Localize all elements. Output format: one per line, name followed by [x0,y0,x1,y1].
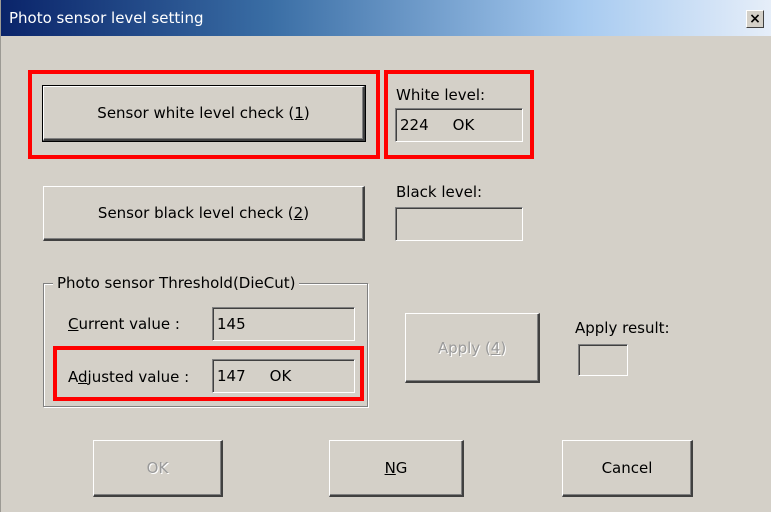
adjusted-label-rest: justed value : [87,368,190,386]
ok-button[interactable]: OK [93,440,223,497]
white-check-label-pre: Sensor white level check ( [97,104,295,122]
dialog-window: Photo sensor level setting × Sensor whit… [0,0,771,512]
white-check-label-post: ) [303,104,310,122]
adjusted-value: 147 [217,367,246,385]
adjusted-status: OK [269,367,292,385]
threshold-group-title: Photo sensor Threshold(DieCut) [53,274,300,292]
ng-mnemonic: N [384,459,396,477]
apply-result-label: Apply result: [575,319,670,337]
white-level-status: OK [452,116,475,134]
sensor-white-level-check-button[interactable]: Sensor white level check (1) [42,85,366,142]
adjusted-value-field: 147 OK [212,359,355,393]
white-level-value: 224 [400,116,429,134]
window-title: Photo sensor level setting [9,9,204,27]
black-level-field [395,207,523,241]
white-level-field: 224 OK [395,108,523,142]
sensor-black-level-check-button[interactable]: Sensor black level check (2) [43,186,365,241]
current-value-field: 145 [212,307,355,341]
current-label-rest: urrent value : [78,315,180,333]
apply-label-post: ) [500,338,507,357]
white-level-label: White level: [396,86,486,104]
close-icon[interactable]: × [746,10,764,28]
black-check-label-pre: Sensor black level check ( [97,204,294,222]
title-bar[interactable]: Photo sensor level setting × [1,0,771,36]
apply-result-field [578,344,628,376]
apply-mnemonic: 4 [490,338,501,357]
apply-button[interactable]: Apply (4) [405,313,540,383]
black-check-label-post: ) [303,204,310,222]
black-level-label: Black level: [396,183,483,201]
current-value-label: Current value : [68,315,180,333]
black-check-mnemonic: 2 [293,204,304,222]
white-check-mnemonic: 1 [294,104,304,122]
current-mnemonic: C [68,315,79,333]
ng-label-rest: G [395,459,408,477]
cancel-button[interactable]: Cancel [562,440,693,497]
adjusted-label-pre: A [68,368,78,386]
ng-button[interactable]: NG [329,440,464,497]
apply-label-pre: Apply ( [437,338,491,357]
adjusted-value-label: Adjusted value : [68,368,189,386]
adjusted-mnemonic: d [78,368,88,386]
current-value: 145 [217,315,246,333]
